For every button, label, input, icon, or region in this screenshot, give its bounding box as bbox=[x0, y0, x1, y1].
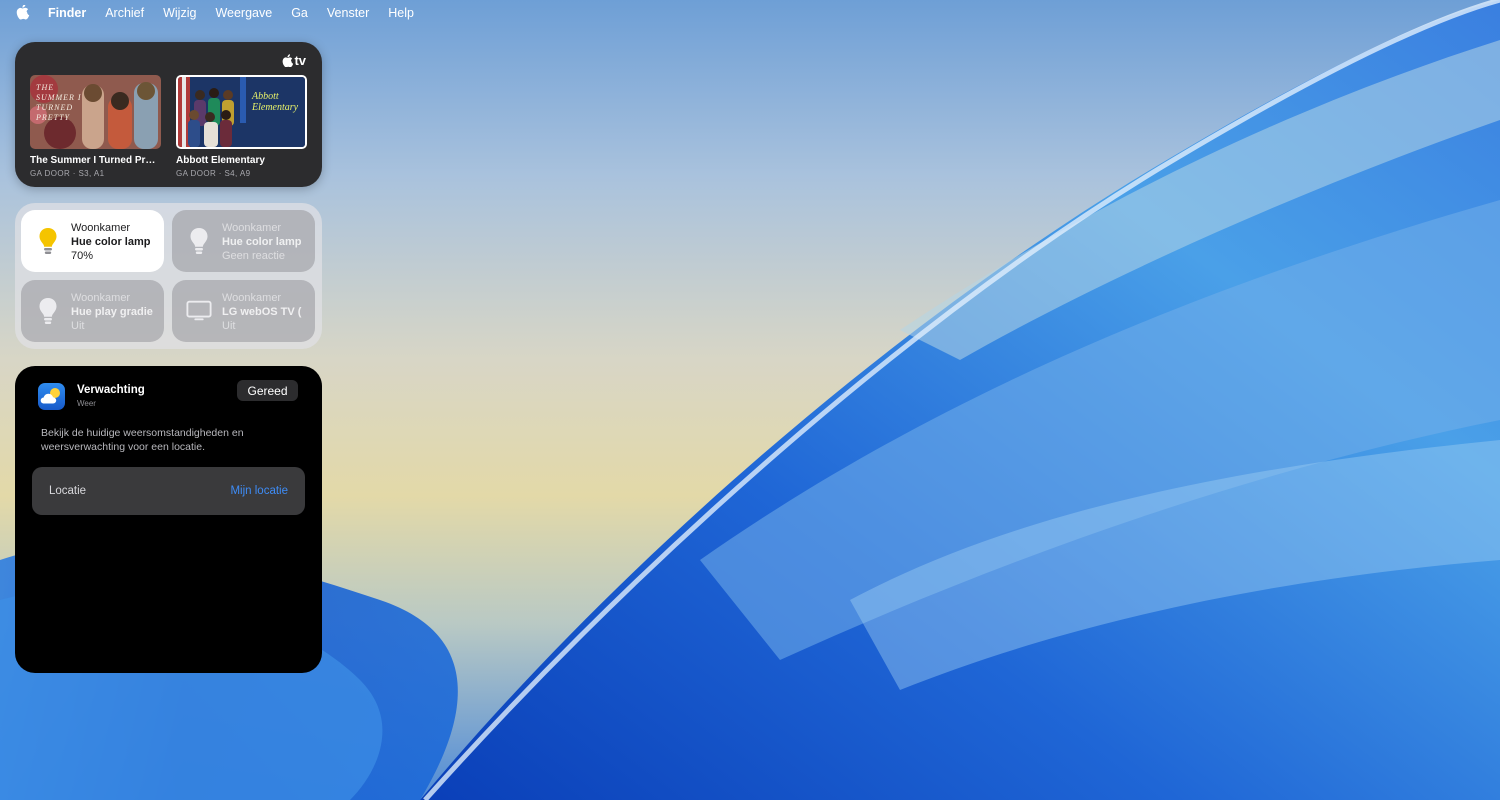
show-subtitle: GA DOOR · S4, A9 bbox=[176, 169, 251, 178]
menu-archief[interactable]: Archief bbox=[105, 6, 144, 20]
menu-venster[interactable]: Venster bbox=[327, 6, 369, 20]
widget-title: Verwachting bbox=[77, 384, 145, 396]
menu-help[interactable]: Help bbox=[388, 6, 414, 20]
show-artwork-text-summer: THE SUMMER I TURNED PRETTY bbox=[36, 83, 82, 122]
show-title: The Summer I Turned Pr… bbox=[30, 155, 156, 166]
lightbulb-on-icon bbox=[35, 227, 61, 255]
done-button[interactable]: Gereed bbox=[237, 380, 298, 401]
apple-logo-icon[interactable] bbox=[16, 5, 31, 21]
show-artwork-text-abbott: Abbott Elementary bbox=[252, 91, 299, 113]
tile-status: Uit bbox=[222, 320, 236, 332]
tile-name: LG webOS TV ( bbox=[222, 306, 302, 318]
tile-status: Geen reactie bbox=[222, 250, 285, 262]
tile-name: Hue play gradie bbox=[71, 306, 153, 318]
lightbulb-icon bbox=[186, 227, 212, 255]
lightbulb-icon bbox=[35, 297, 61, 325]
show-title: Abbott Elementary bbox=[176, 155, 265, 166]
location-setting-row[interactable]: Locatie Mijn locatie bbox=[32, 467, 305, 515]
tv-icon bbox=[186, 297, 212, 325]
show-card-abbott[interactable]: Abbott Elementary Abbott Elementary GA D… bbox=[176, 75, 307, 178]
tile-status: 70% bbox=[71, 250, 94, 262]
weather-forecast-config-widget: Verwachting Weer Gereed Bekijk de huidig… bbox=[15, 366, 322, 673]
home-tile-hue-play-gradient[interactable]: Woonkamer Hue play gradie Uit bbox=[21, 280, 164, 342]
menu-finder[interactable]: Finder bbox=[48, 6, 86, 20]
widget-subtitle: Weer bbox=[77, 399, 96, 408]
tile-name: Hue color lamp bbox=[222, 236, 302, 248]
menu-ga[interactable]: Ga bbox=[291, 6, 308, 20]
location-label: Locatie bbox=[49, 485, 87, 497]
show-card-summer[interactable]: THE SUMMER I TURNED PRETTY The Summer I … bbox=[30, 75, 161, 178]
apple-logo-icon bbox=[283, 54, 294, 67]
show-subtitle: GA DOOR · S3, A1 bbox=[30, 169, 105, 178]
tile-name: Hue color lamp bbox=[71, 236, 151, 248]
home-tile-hue-color-lamp-2[interactable]: Woonkamer Hue color lamp Geen reactie bbox=[172, 210, 315, 272]
widget-description: Bekijk de huidige weersomstandigheden en… bbox=[41, 427, 244, 453]
tile-room: Woonkamer bbox=[71, 222, 131, 234]
apple-tv-logo: tv bbox=[282, 53, 306, 68]
home-widget: Woonkamer Hue color lamp 70% Woonkamer H… bbox=[15, 203, 322, 349]
tv-logo-text: tv bbox=[294, 53, 306, 68]
tile-status: Uit bbox=[71, 320, 85, 332]
show-artwork-summer: THE SUMMER I TURNED PRETTY bbox=[30, 75, 161, 149]
tile-room: Woonkamer bbox=[222, 222, 282, 234]
home-tile-lg-webos-tv[interactable]: Woonkamer LG webOS TV ( Uit bbox=[172, 280, 315, 342]
menu-wijzig[interactable]: Wijzig bbox=[163, 6, 196, 20]
weather-app-icon bbox=[38, 383, 65, 410]
apple-tv-widget[interactable]: tv THE SUMMER I TURNED PRETTY The Summer… bbox=[15, 42, 322, 187]
tile-room: Woonkamer bbox=[71, 292, 131, 304]
menu-bar: Finder Archief Wijzig Weergave Ga Venste… bbox=[0, 0, 1500, 26]
menu-weergave[interactable]: Weergave bbox=[215, 6, 272, 20]
tile-room: Woonkamer bbox=[222, 292, 282, 304]
home-tile-hue-color-lamp-1[interactable]: Woonkamer Hue color lamp 70% bbox=[21, 210, 164, 272]
show-artwork-abbott: Abbott Elementary bbox=[176, 75, 307, 149]
location-value-button[interactable]: Mijn locatie bbox=[230, 485, 288, 497]
